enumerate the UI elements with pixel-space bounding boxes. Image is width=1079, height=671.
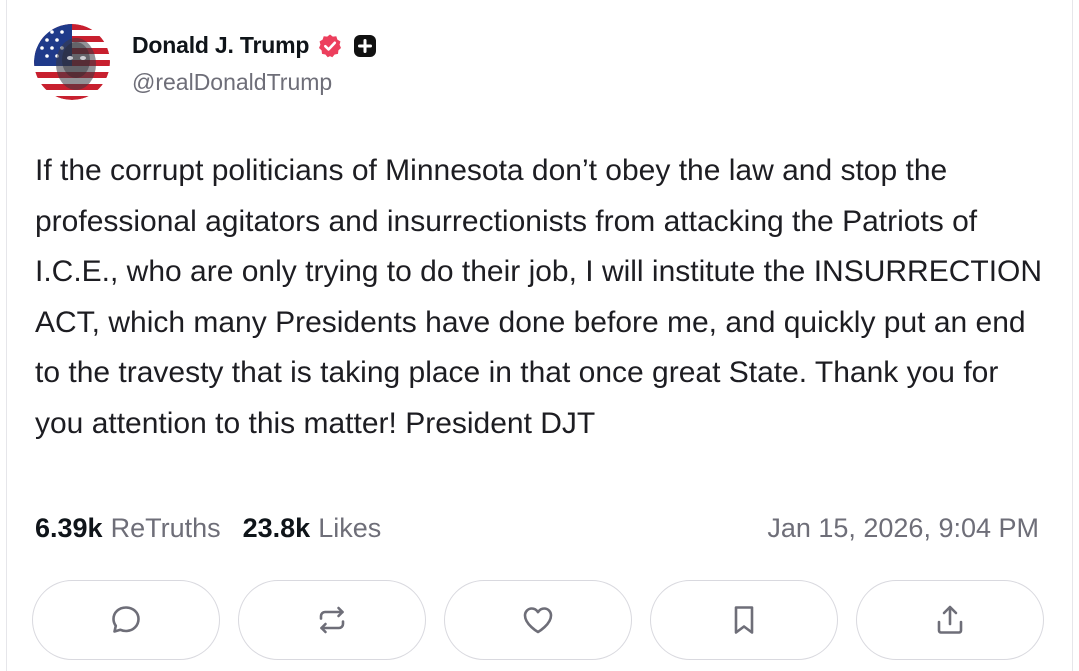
verified-badge-icon	[317, 33, 343, 59]
retruths-count[interactable]: 6.39k	[35, 513, 103, 544]
post-header: Donald J. Trump @realDonaldTrump	[34, 24, 377, 100]
post-timestamp[interactable]: Jan 15, 2026, 9:04 PM	[767, 513, 1039, 544]
heart-icon	[523, 607, 553, 634]
bookmark-button[interactable]	[650, 580, 838, 660]
card-left-border	[6, 0, 7, 671]
post-body: If the corrupt politicians of Minnesota …	[35, 154, 1043, 440]
likes-count[interactable]: 23.8k	[243, 513, 311, 544]
likes-label[interactable]: Likes	[318, 513, 381, 544]
user-handle[interactable]: @realDonaldTrump	[132, 69, 377, 96]
comment-icon	[112, 606, 140, 633]
share-button[interactable]	[856, 580, 1044, 660]
card-right-border	[1072, 0, 1073, 671]
bookmark-icon	[734, 606, 754, 634]
display-name[interactable]: Donald J. Trump	[132, 32, 309, 59]
repost-icon	[319, 606, 345, 634]
action-bar	[32, 580, 1044, 660]
author-info: Donald J. Trump @realDonaldTrump	[132, 29, 377, 96]
avatar[interactable]	[34, 24, 110, 100]
post-stats: 6.39k ReTruths 23.8k Likes	[35, 513, 381, 544]
reply-button[interactable]	[32, 580, 220, 660]
share-icon	[937, 605, 963, 634]
flag-portrait-avatar-icon	[34, 24, 110, 100]
like-button[interactable]	[444, 580, 632, 660]
retruth-button[interactable]	[238, 580, 426, 660]
truth-post: Donald J. Trump @realDonaldTrump If the …	[0, 0, 1079, 671]
retruths-label[interactable]: ReTruths	[111, 513, 221, 544]
plus-badge-icon	[353, 34, 377, 58]
name-row: Donald J. Trump	[132, 29, 377, 63]
